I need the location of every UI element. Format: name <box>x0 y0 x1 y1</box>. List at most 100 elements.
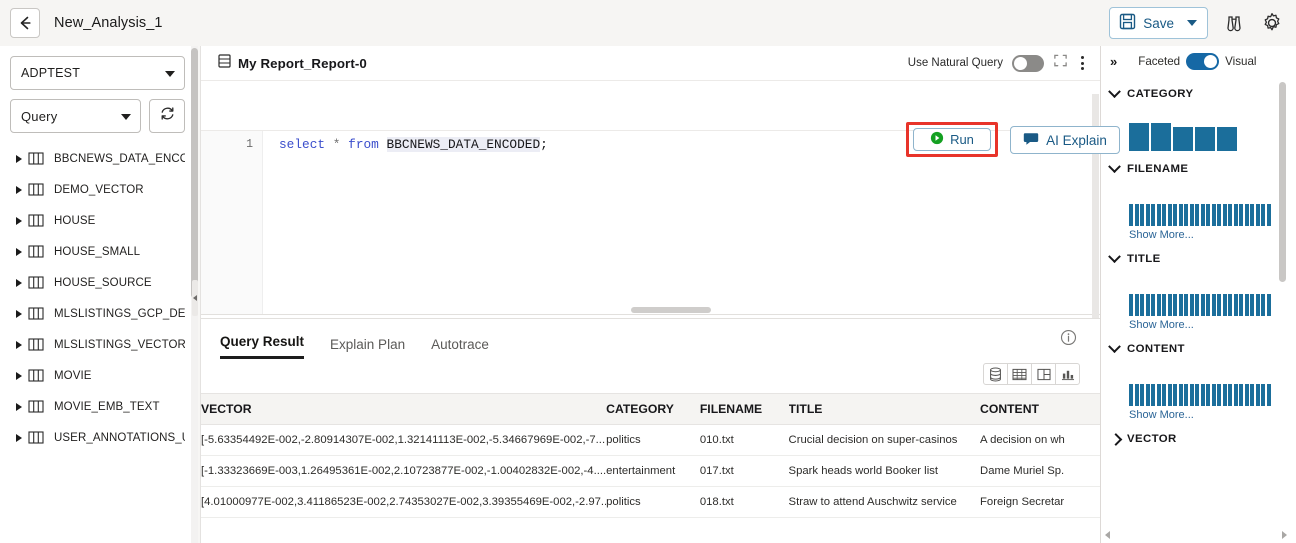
sql-code-line[interactable]: select * from BBCNEWS_DATA_ENCODED; <box>279 137 548 152</box>
cell-content[interactable]: Dame Muriel Sp. <box>980 455 1101 487</box>
binoculars-icon[interactable] <box>1222 11 1246 35</box>
cell-filename[interactable]: 018.txt <box>699 486 789 518</box>
sidebar-collapse-handle[interactable] <box>192 280 198 316</box>
facet-bar[interactable] <box>1145 384 1150 406</box>
facet-group-header[interactable]: TITLE <box>1108 248 1296 270</box>
cell-category[interactable]: entertainment <box>606 455 700 487</box>
facet-bar[interactable] <box>1162 294 1166 316</box>
facet-group-header[interactable]: CATEGORY <box>1108 83 1296 105</box>
show-more-link[interactable]: Show More... <box>1129 229 1296 241</box>
scroll-left-arrow-icon[interactable] <box>1105 530 1110 539</box>
facet-bar[interactable] <box>1211 294 1216 316</box>
facet-histogram[interactable] <box>1129 192 1296 226</box>
facet-bar[interactable] <box>1129 294 1133 316</box>
facet-bar[interactable] <box>1184 204 1188 226</box>
cell-vector[interactable]: [-5.63354492E-002,-2.80914307E-002,1.321… <box>201 424 607 456</box>
facet-bar[interactable] <box>1206 294 1210 316</box>
facet-bar[interactable] <box>1189 384 1194 406</box>
tree-item[interactable]: USER_ANNOTATIONS_USA <box>10 422 185 453</box>
facet-bar[interactable] <box>1167 384 1172 406</box>
facet-bar[interactable] <box>1178 384 1183 406</box>
facet-bar[interactable] <box>1255 384 1260 406</box>
scroll-right-arrow-icon[interactable] <box>1282 530 1287 539</box>
tab-autotrace[interactable]: Autotrace <box>431 337 489 359</box>
schema-select[interactable]: ADPTEST <box>10 56 185 90</box>
facet-histogram[interactable] <box>1129 282 1296 316</box>
facet-bar[interactable] <box>1151 204 1155 226</box>
facet-bar[interactable] <box>1178 204 1183 226</box>
facet-bar[interactable] <box>1129 123 1149 151</box>
expand-triangle-icon[interactable] <box>10 402 28 411</box>
chevron-down-icon[interactable] <box>1187 20 1197 26</box>
facet-group-header[interactable]: VECTOR <box>1109 428 1296 450</box>
facet-bar[interactable] <box>1195 127 1215 151</box>
ai-explain-button[interactable]: AI Explain <box>1010 126 1120 154</box>
facet-bar[interactable] <box>1173 294 1177 316</box>
facet-bar[interactable] <box>1200 204 1205 226</box>
facet-bar[interactable] <box>1222 204 1227 226</box>
facet-bar[interactable] <box>1217 384 1221 406</box>
facet-histogram[interactable] <box>1129 117 1296 151</box>
database-view-icon[interactable] <box>983 363 1008 385</box>
facet-bar[interactable] <box>1129 204 1133 226</box>
facet-bar[interactable] <box>1134 294 1139 316</box>
facet-bar[interactable] <box>1156 204 1161 226</box>
tree-item[interactable]: MLSLISTINGS_VECTOR <box>10 329 185 360</box>
facet-bar[interactable] <box>1151 294 1155 316</box>
back-button[interactable] <box>10 8 40 38</box>
cell-category[interactable]: politics <box>606 486 700 518</box>
facet-bar[interactable] <box>1140 384 1144 406</box>
split-view-icon[interactable] <box>1031 363 1056 385</box>
expand-triangle-icon[interactable] <box>10 154 28 163</box>
facet-bar[interactable] <box>1239 204 1243 226</box>
facet-bar[interactable] <box>1239 294 1243 316</box>
expand-triangle-icon[interactable] <box>10 340 28 349</box>
column-header[interactable]: VECTOR <box>201 393 607 425</box>
natural-query-toggle[interactable] <box>1012 54 1044 72</box>
tree-item[interactable]: DEMO_VECTOR <box>10 174 185 205</box>
facet-bar[interactable] <box>1228 294 1232 316</box>
facet-bar[interactable] <box>1255 294 1260 316</box>
expand-triangle-icon[interactable] <box>10 433 28 442</box>
facet-scrollbar-thumb[interactable] <box>1279 82 1286 282</box>
column-header[interactable]: FILENAME <box>699 393 789 425</box>
show-more-link[interactable]: Show More... <box>1129 409 1296 421</box>
facet-bar[interactable] <box>1250 384 1254 406</box>
facet-group-header[interactable]: CONTENT <box>1108 338 1296 360</box>
tree-item[interactable]: MOVIE_EMB_TEXT <box>10 391 185 422</box>
tab-query-result[interactable]: Query Result <box>220 334 305 359</box>
facet-bar[interactable] <box>1134 384 1139 406</box>
expand-triangle-icon[interactable] <box>10 278 28 287</box>
chevron-right-icon[interactable] <box>1109 432 1123 446</box>
kebab-menu-icon[interactable] <box>1077 56 1088 70</box>
table-row[interactable]: [4.01000977E-002,3.41186523E-002,2.74353… <box>201 486 1101 518</box>
show-more-link[interactable]: Show More... <box>1129 319 1296 331</box>
cell-title[interactable]: Spark heads world Booker list <box>788 455 981 487</box>
facet-bar[interactable] <box>1184 294 1188 316</box>
facet-bar[interactable] <box>1217 294 1221 316</box>
facet-bar[interactable] <box>1233 384 1238 406</box>
facet-bar[interactable] <box>1244 384 1249 406</box>
facet-bar[interactable] <box>1195 294 1199 316</box>
facet-bar[interactable] <box>1228 384 1232 406</box>
object-type-select[interactable]: Query <box>10 99 141 133</box>
facet-bar[interactable] <box>1211 204 1216 226</box>
facet-bar[interactable] <box>1145 294 1150 316</box>
facet-bar[interactable] <box>1250 294 1254 316</box>
facet-bar[interactable] <box>1206 204 1210 226</box>
facet-bar[interactable] <box>1151 384 1155 406</box>
tab-explain-plan[interactable]: Explain Plan <box>330 337 405 359</box>
facet-bar[interactable] <box>1239 384 1243 406</box>
facet-group-header[interactable]: FILENAME <box>1108 158 1296 180</box>
table-row[interactable]: [-1.33323669E-003,1.26495361E-002,2.1072… <box>201 455 1101 487</box>
sidebar-scrollbar-thumb[interactable] <box>191 48 198 298</box>
facet-bar[interactable] <box>1184 384 1188 406</box>
expand-triangle-icon[interactable] <box>10 309 28 318</box>
facet-bar[interactable] <box>1167 294 1172 316</box>
info-circle-icon[interactable] <box>1060 329 1077 351</box>
facet-bar[interactable] <box>1255 204 1260 226</box>
cell-title[interactable]: Crucial decision on super-casinos <box>788 424 981 456</box>
facet-bar[interactable] <box>1217 127 1237 151</box>
facet-bar[interactable] <box>1162 384 1166 406</box>
grid-view-icon[interactable] <box>1007 363 1032 385</box>
